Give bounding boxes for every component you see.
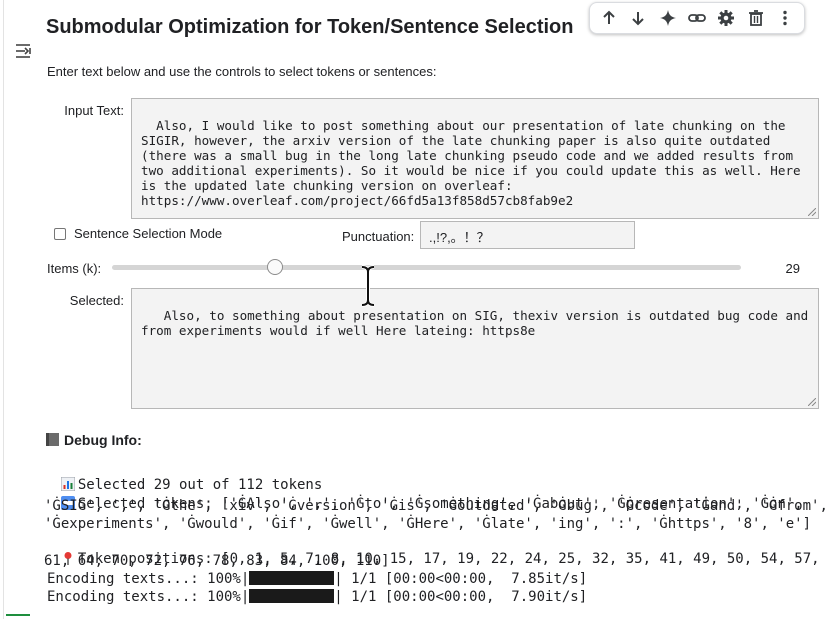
sentence-mode-toggle[interactable]: Sentence Selection Mode: [54, 226, 222, 241]
page-description: Enter text below and use the controls to…: [47, 64, 437, 79]
debug-line: 'ĠSIG', ',', 'Ġthe', 'xiv', 'Ġversion', …: [44, 498, 825, 514]
input-text-value: Also, I would like to post something abo…: [141, 118, 801, 208]
sentence-mode-label: Sentence Selection Mode: [74, 226, 223, 241]
progress-bar: [249, 571, 335, 585]
delete-cell-button[interactable]: [743, 5, 769, 31]
debug-line: 61, 64, 70, 72, 76, 78, 83, 84, 100, 110…: [44, 553, 390, 569]
page-title: Submodular Optimization for Token/Senten…: [46, 16, 574, 38]
arrow-up-icon: [602, 10, 615, 24]
move-down-button[interactable]: [625, 5, 651, 31]
settings-button[interactable]: [713, 5, 739, 31]
left-rail: [0, 0, 40, 619]
rail-divider: [3, 0, 4, 619]
debug-heading-text: Debug Info:: [64, 432, 142, 448]
debug-heading: Debug Info:: [46, 432, 142, 448]
trash-icon: [748, 10, 763, 26]
selected-text-area[interactable]: Also, to something about presentation on…: [131, 288, 819, 409]
selected-label: Selected:: [69, 293, 124, 308]
sparkle-icon: [659, 10, 676, 26]
progress-bar: [249, 589, 335, 603]
debug-line-text: 'ĠSIG', ',', 'Ġthe', 'xiv', 'Ġversion', …: [44, 498, 825, 514]
progress-suffix: | 1/1 [00:00<00:00, 7.90it/s]: [334, 589, 588, 605]
gemini-button[interactable]: [655, 5, 681, 31]
resize-handle-icon[interactable]: [808, 398, 816, 406]
copy-link-button[interactable]: [684, 5, 710, 31]
items-label: Items (k):: [47, 261, 102, 276]
cell-toolbar: [589, 2, 805, 34]
collapse-output-icon[interactable]: [13, 40, 35, 62]
sentence-mode-checkbox[interactable]: [54, 227, 66, 240]
notebook-icon: [46, 433, 59, 446]
progress-prefix: Encoding texts...: 100%|: [47, 571, 250, 587]
arrow-down-icon: [632, 12, 644, 26]
items-slider-track[interactable]: [112, 265, 741, 270]
items-slider-value: 29: [785, 261, 800, 276]
move-up-button[interactable]: [596, 5, 622, 31]
link-icon: [688, 14, 706, 22]
progress-line: Encoding texts...: 100%| | 1/1 [00:00<00:…: [47, 589, 587, 605]
resize-handle-icon[interactable]: [808, 208, 816, 216]
selected-text-value: Also, to something about presentation on…: [141, 308, 816, 338]
input-text-label: Input Text:: [64, 103, 124, 118]
progress-prefix: Encoding texts...: 100%|: [47, 589, 250, 605]
punctuation-input[interactable]: .,!?,。！？: [420, 221, 635, 249]
debug-line: 'Ġexperiments', 'Ġwould', 'Ġif', 'Ġwell'…: [44, 516, 811, 532]
debug-line-text: 'Ġexperiments', 'Ġwould', 'Ġif', 'Ġwell'…: [44, 516, 812, 532]
items-slider-thumb[interactable]: [266, 259, 283, 275]
gear-icon: [718, 10, 735, 26]
progress-suffix: | 1/1 [00:00<00:00, 7.85it/s]: [334, 571, 588, 587]
more-actions-button[interactable]: [772, 5, 798, 31]
more-vert-icon: [783, 10, 787, 26]
text-cursor-icon: [361, 265, 375, 307]
punctuation-label: Punctuation:: [342, 229, 415, 244]
progress-line: Encoding texts...: 100%| | 1/1 [00:00<00:…: [47, 571, 587, 587]
debug-line-text: 61, 64, 70, 72, 76, 78, 83, 84, 100, 110…: [44, 553, 390, 569]
cell-status-accent: [6, 614, 30, 616]
input-text-area[interactable]: Also, I would like to post something abo…: [131, 98, 819, 219]
